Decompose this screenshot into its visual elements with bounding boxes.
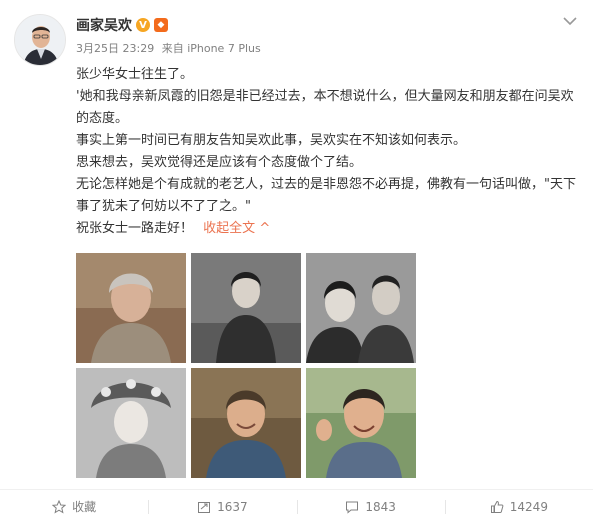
avatar[interactable]	[14, 14, 66, 66]
collapse-link[interactable]: 收起全文 ^	[203, 221, 270, 236]
chevron-up-icon: ^	[259, 221, 271, 236]
favorite-label: 收藏	[72, 500, 97, 514]
like-icon	[490, 500, 504, 514]
post-line: 张少华女士往生了。	[76, 67, 194, 82]
photo-opera-headdress[interactable]	[76, 368, 186, 478]
photo-grid	[76, 253, 416, 478]
comment-count: 1843	[365, 499, 396, 514]
vip-icon: ◆	[154, 18, 168, 32]
weibo-post-card: 画家吴欢 V ◆ 3月25日 23:29 来自 iPhone 7 Plus 张少…	[0, 0, 593, 523]
post-line: 思来想去，吴欢觉得还是应该有个态度做个了结。	[76, 155, 363, 170]
like-button[interactable]: 14249	[444, 490, 593, 523]
photo-elderly-woman-waving[interactable]	[306, 368, 416, 478]
photo-smiling-woman[interactable]	[191, 368, 301, 478]
post-time[interactable]: 3月25日 23:29	[76, 42, 154, 55]
repost-icon	[197, 500, 211, 514]
repost-button[interactable]: 1637	[148, 490, 296, 523]
photo-couple-portrait[interactable]	[306, 253, 416, 363]
post-header: 画家吴欢 V ◆ 3月25日 23:29 来自 iPhone 7 Plus	[76, 14, 556, 56]
star-icon	[51, 499, 67, 514]
post-line-last: 祝张女士一路走好！ 收起全文 ^	[76, 218, 576, 240]
author-row: 画家吴欢 V ◆	[76, 14, 556, 36]
collapse-label: 收起全文	[203, 221, 256, 236]
post-line: 事实上第一时间已有朋友告知吴欢此事，吴欢实在不知该如何表示。	[76, 133, 467, 148]
comment-button[interactable]: 1843	[296, 490, 445, 523]
post-last-line: 祝张女士一路走好！	[76, 221, 194, 236]
post-text: 张少华女士往生了。 '她和我母亲新凤霞的旧怨是非已经过去，本不想说什么，但大量网…	[76, 64, 576, 240]
photo-elderly-woman-cardigan[interactable]	[76, 253, 186, 363]
post-meta: 3月25日 23:29 来自 iPhone 7 Plus	[76, 40, 556, 56]
post-line: 无论怎样她是个有成就的老艺人，过去的是非恩怨不必再提，佛教有一句话叫做，"天下事…	[76, 177, 576, 214]
chevron-down-icon[interactable]	[561, 14, 579, 28]
photo-young-woman-qipao[interactable]	[191, 253, 301, 363]
post-source: 来自 iPhone 7 Plus	[161, 42, 261, 55]
comment-icon	[345, 500, 359, 514]
action-bar: 收藏 1637 1843 14249	[0, 489, 593, 523]
author-name[interactable]: 画家吴欢	[76, 15, 132, 35]
repost-count: 1637	[217, 499, 248, 514]
like-count: 14249	[509, 499, 548, 514]
post-line: '她和我母亲新凤霞的旧怨是非已经过去，本不想说什么，但大量网友和朋友都在问吴欢的…	[76, 89, 574, 126]
favorite-button[interactable]: 收藏	[0, 490, 148, 523]
verified-icon: V	[136, 18, 150, 32]
